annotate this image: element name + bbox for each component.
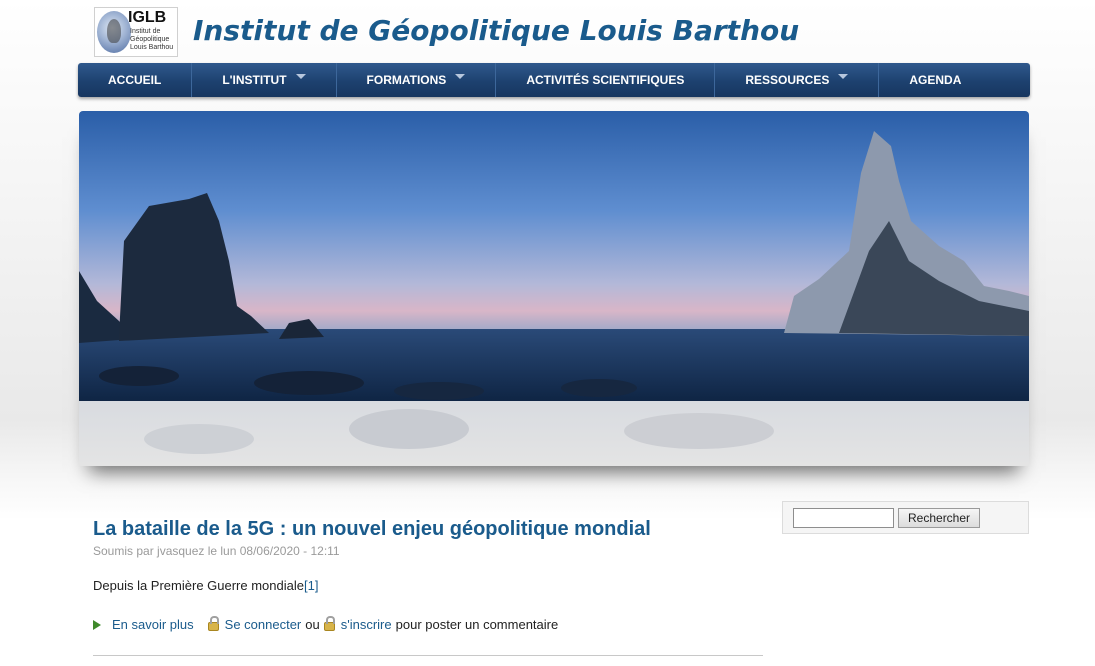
login-link[interactable]: Se connecter	[225, 617, 302, 632]
nav-item-formations[interactable]: FORMATIONS	[337, 63, 497, 97]
read-more-link[interactable]: En savoir plus	[112, 617, 194, 632]
nav-item-label: L'INSTITUT	[222, 73, 287, 87]
lock-icon	[323, 616, 335, 631]
comment-suffix-text: pour poster un commentaire	[395, 617, 559, 632]
logo-abbreviation: IGLB	[128, 9, 167, 26]
article-teaser: Depuis la Première Guerre mondiale[1]	[93, 578, 763, 593]
main-content: La bataille de la 5G : un nouvel enjeu g…	[93, 518, 763, 632]
nav-item-label: ACTIVITÉS SCIENTIFIQUES	[526, 73, 685, 87]
register-link[interactable]: s'inscrire	[341, 617, 392, 632]
nav-item-agenda[interactable]: AGENDA	[879, 63, 991, 97]
article-teaser-text: Depuis la Première Guerre mondiale	[93, 578, 304, 593]
search-button[interactable]: Rechercher	[898, 507, 981, 528]
caret-down-icon	[838, 74, 849, 80]
site-logo[interactable]: IGLB Institut de Géopolitique Louis Bart…	[94, 7, 178, 57]
globe-logo-icon	[97, 11, 131, 53]
caret-down-icon	[455, 74, 466, 80]
search-input[interactable]	[793, 507, 894, 528]
article-meta: Soumis par jvasquez le lun 08/06/2020 - …	[93, 544, 340, 558]
site-title[interactable]: Institut de Géopolitique Louis Barthou	[193, 14, 799, 47]
nav-item-label: RESSOURCES	[745, 73, 830, 87]
nav-item-institut[interactable]: L'INSTITUT	[192, 63, 337, 97]
article-links: En savoir plus Se connecter ou s'inscrir…	[93, 616, 763, 632]
main-nav: ACCUEIL L'INSTITUT FORMATIONS ACTIVITÉS …	[78, 63, 1030, 97]
header-banner-image	[79, 111, 1029, 466]
nav-item-accueil[interactable]: ACCUEIL	[78, 63, 193, 97]
nav-item-activites[interactable]: ACTIVITÉS SCIENTIFIQUES	[496, 63, 716, 97]
search-block: Rechercher	[782, 501, 1029, 534]
logo-subtitle: Institut de Géopolitique Louis Barthou	[130, 28, 174, 51]
or-text: ou	[305, 617, 320, 632]
caret-down-icon	[295, 74, 306, 80]
content-divider	[93, 655, 763, 656]
footnote-link[interactable]: [1]	[304, 578, 318, 593]
nav-item-label: FORMATIONS	[366, 73, 447, 87]
lock-icon	[207, 616, 219, 631]
nav-item-ressources[interactable]: RESSOURCES	[715, 63, 880, 97]
article-title[interactable]: La bataille de la 5G : un nouvel enjeu g…	[93, 518, 763, 541]
nav-item-label: ACCUEIL	[108, 73, 162, 87]
arrow-right-icon	[93, 619, 101, 630]
nav-item-label: AGENDA	[909, 73, 962, 87]
